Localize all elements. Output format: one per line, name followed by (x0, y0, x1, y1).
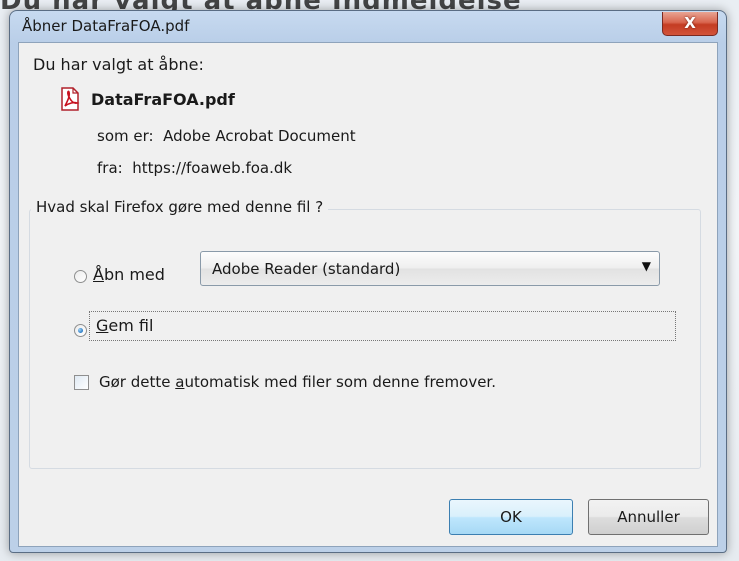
ok-button[interactable]: OK (449, 499, 573, 535)
open-with-label[interactable]: Åbn med (93, 265, 165, 284)
save-file-label-rest: em fil (108, 316, 154, 335)
dialog-title: Åbner DataFraFOA.pdf (22, 17, 190, 35)
file-source-row: fra: https://foaweb.foa.dk (97, 159, 292, 177)
auto-checkbox-label[interactable]: Gør dette automatisk med filer som denne… (99, 373, 496, 391)
title-bar[interactable]: Åbner DataFraFOA.pdf X (10, 11, 726, 41)
dialog-body: Du har valgt at åbne: DataFraFOA.pdf som… (18, 42, 718, 547)
file-source-value: https://foaweb.foa.dk (132, 159, 293, 177)
close-icon: X (684, 14, 696, 32)
open-with-accesskey: Å (93, 265, 104, 284)
auto-label-before: Gør dette (99, 373, 176, 391)
open-with-label-rest: bn med (103, 265, 165, 284)
save-file-label[interactable]: Gem fil (96, 316, 153, 335)
file-type-row: som er: Adobe Acrobat Document (97, 127, 356, 145)
save-file-focus-box[interactable]: Gem fil (89, 311, 676, 341)
open-with-radio[interactable] (74, 270, 87, 283)
application-select-value: Adobe Reader (standard) (212, 260, 401, 278)
file-source-label: fra: (97, 159, 123, 177)
close-button[interactable]: X (662, 12, 718, 36)
pdf-icon (59, 87, 81, 111)
dropdown-arrow-icon[interactable]: ▼ (642, 259, 651, 273)
save-file-accesskey: G (96, 316, 109, 335)
file-type-value: Adobe Acrobat Document (163, 127, 356, 145)
save-file-radio[interactable] (74, 324, 87, 337)
file-name: DataFraFOA.pdf (91, 90, 235, 109)
chosen-label: Du har valgt at åbne: (33, 55, 204, 74)
action-group-label: Hvad skal Firefox gøre med denne fil ? (31, 198, 329, 216)
file-type-label: som er: (97, 127, 154, 145)
cancel-button[interactable]: Annuller (588, 499, 709, 535)
application-select[interactable]: Adobe Reader (standard) ▼ (200, 251, 660, 286)
auto-label-after: utomatisk med filer som denne fremover. (184, 373, 496, 391)
download-dialog: Åbner DataFraFOA.pdf X Du har valgt at å… (9, 10, 727, 553)
auto-checkbox[interactable] (74, 375, 89, 390)
